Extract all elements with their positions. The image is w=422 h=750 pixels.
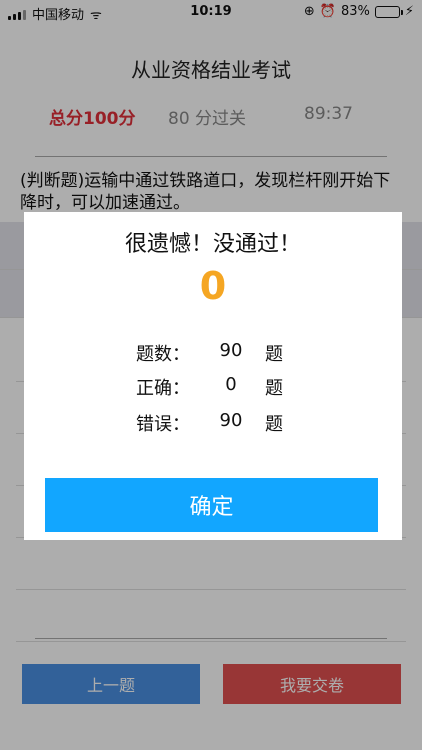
stat-label: 题数： [136,344,190,365]
stat-value: 0 [225,374,237,395]
stat-correct: 正确： 0 题 [24,374,402,402]
stat-wrong: 错误： 90 题 [24,410,402,438]
stat-unit: 题 [265,414,283,435]
stat-total: 题数： 90 题 [24,340,402,368]
result-title: 很遗憾！没通过！ [124,232,301,257]
result-score: 0 [199,264,227,308]
stat-label: 正确： [136,378,190,399]
confirm-button[interactable]: 确定 [45,478,378,532]
stat-value: 90 [219,410,243,431]
stat-unit: 题 [265,344,283,365]
stat-label: 错误： [136,414,190,435]
stat-unit: 题 [265,378,283,399]
stat-value: 90 [219,340,243,361]
result-dialog: 很遗憾！没通过！ 0 题数： 90 题 正确： 0 题 错误： 90 题 确定 [24,212,402,540]
